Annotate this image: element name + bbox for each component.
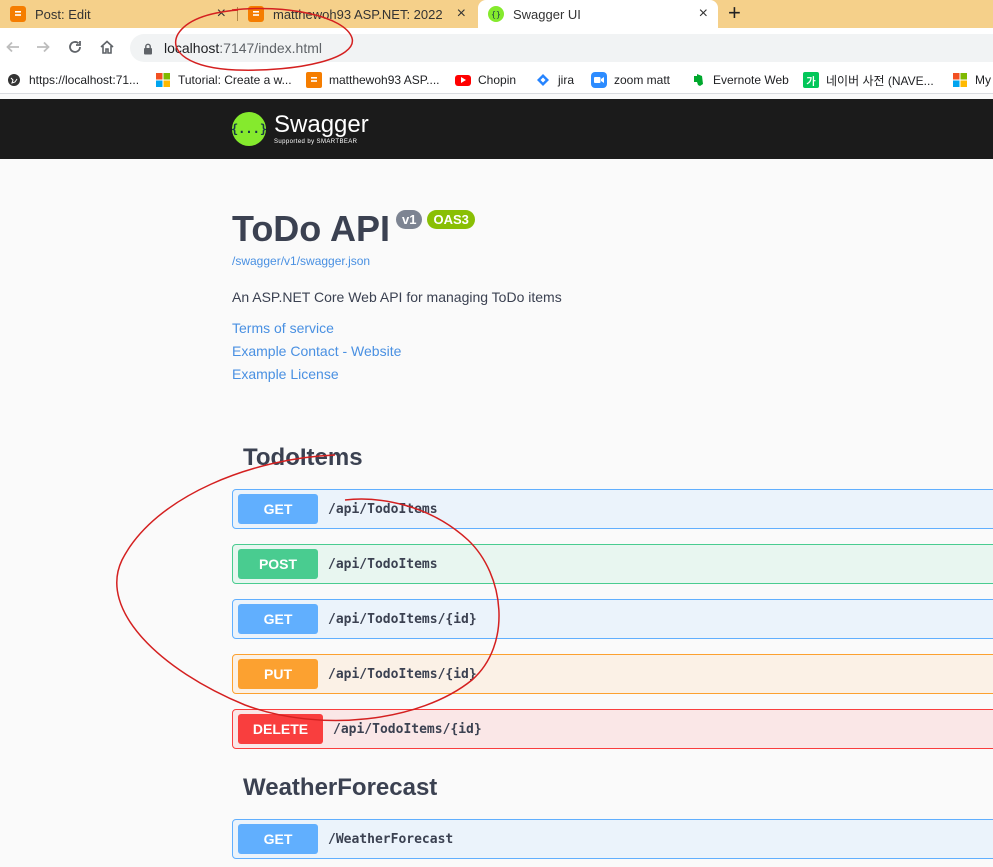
home-icon <box>100 40 114 54</box>
evernote-icon <box>690 72 706 88</box>
bookmark-chopin[interactable]: Chopin <box>455 72 516 88</box>
globe-icon <box>6 72 22 88</box>
microsoft-icon <box>952 72 968 88</box>
tab-swagger-ui[interactable]: {} Swagger UI × <box>478 0 718 28</box>
bookmark-tutorial[interactable]: Tutorial: Create a w... <box>155 72 292 88</box>
operation-path: /api/TodoItems <box>328 501 438 517</box>
operation-get-todoitems[interactable]: GET /api/TodoItems <box>232 489 993 529</box>
bookmark-evernote[interactable]: Evernote Web <box>690 72 789 88</box>
method-badge: POST <box>238 549 318 579</box>
method-badge: GET <box>238 604 318 634</box>
bookmark-label: zoom matt <box>614 73 671 87</box>
microsoft-icon <box>155 72 171 88</box>
operation-post-todoitems[interactable]: POST /api/TodoItems <box>232 544 993 584</box>
home-button[interactable] <box>96 36 118 58</box>
operation-get-weatherforecast[interactable]: GET /WeatherForecast <box>232 819 993 859</box>
address-bar[interactable]: localhost:7147/index.html <box>130 34 993 62</box>
close-icon[interactable]: × <box>457 5 466 23</box>
url-host: localhost <box>164 40 220 56</box>
bookmark-naver[interactable]: 가 네이버 사전 (NAVE... <box>803 72 934 88</box>
terms-of-service-link[interactable]: Terms of service <box>232 320 334 336</box>
swagger-logo-sub: Supported by SMARTBEAR <box>274 139 358 145</box>
bookmark-localhost[interactable]: https://localhost:71... <box>6 72 139 88</box>
bookmark-label: Tutorial: Create a w... <box>178 73 292 87</box>
reload-icon <box>69 41 81 53</box>
api-title-row: ToDo API v1 OAS3 <box>232 208 475 250</box>
blogger-icon <box>248 6 264 22</box>
tab-post-edit[interactable]: Post: Edit × <box>0 0 236 28</box>
tab-matthewoh93[interactable]: matthewoh93 ASP.NET: 2022 × <box>238 0 476 28</box>
forward-button[interactable] <box>32 36 54 58</box>
license-link[interactable]: Example License <box>232 366 339 382</box>
bookmark-label: jira <box>558 73 575 87</box>
version-badge: v1 <box>395 210 423 229</box>
url-text[interactable]: localhost:7147/index.html <box>164 40 322 56</box>
bookmark-label: My <box>975 73 991 87</box>
blogger-icon <box>306 72 322 88</box>
arrow-right-icon <box>37 41 50 53</box>
method-badge: DELETE <box>238 714 323 744</box>
method-badge: GET <box>238 824 318 854</box>
bookmark-label: https://localhost:71... <box>29 73 140 87</box>
tab-title: Post: Edit <box>35 6 91 22</box>
spec-json-link[interactable]: /swagger/v1/swagger.json <box>232 254 370 268</box>
swagger-topbar: {...} Swagger Supported by SMARTBEAR <box>0 99 993 159</box>
api-description: An ASP.NET Core Web API for managing ToD… <box>232 289 562 305</box>
bookmark-matthewoh93[interactable]: matthewoh93 ASP.... <box>306 72 440 88</box>
operation-path: /api/TodoItems <box>328 556 438 572</box>
operation-put-todoitem[interactable]: PUT /api/TodoItems/{id} <box>232 654 993 694</box>
zoom-icon <box>591 72 607 88</box>
bookmark-label: Evernote Web <box>713 73 789 87</box>
api-title: ToDo API <box>232 208 390 249</box>
section-title-todoitems[interactable]: TodoItems <box>243 444 363 472</box>
arrow-left-icon <box>6 41 19 53</box>
method-badge: GET <box>238 494 318 524</box>
bookmark-label: matthewoh93 ASP.... <box>329 73 440 87</box>
method-badge: PUT <box>238 659 318 689</box>
lock-icon[interactable] <box>143 42 153 55</box>
bookmark-zoom[interactable]: zoom matt <box>591 72 670 88</box>
youtube-icon <box>455 74 471 86</box>
tab-strip: Post: Edit × matthewoh93 ASP.NET: 2022 ×… <box>0 0 993 28</box>
bookmark-my[interactable]: My <box>952 72 991 88</box>
section-title-weatherforecast[interactable]: WeatherForecast <box>243 774 437 802</box>
blogger-icon <box>10 6 26 22</box>
url-path: :7147/index.html <box>219 40 322 56</box>
operation-path: /api/TodoItems/{id} <box>328 666 477 682</box>
operation-path: /WeatherForecast <box>328 831 454 847</box>
svg-text:{}: {} <box>491 10 501 19</box>
tab-title: matthewoh93 ASP.NET: 2022 <box>273 6 443 22</box>
bookmarks-bar: https://localhost:71... Tutorial: Create… <box>0 66 993 94</box>
jira-icon <box>535 72 551 88</box>
swagger-logo-icon: {...} <box>231 112 267 146</box>
swagger-icon: {} <box>488 6 504 22</box>
bookmark-label: Chopin <box>478 73 517 87</box>
bookmark-label: 네이버 사전 (NAVE... <box>826 73 934 88</box>
operation-delete-todoitem[interactable]: DELETE /api/TodoItems/{id} <box>232 709 993 749</box>
operation-path: /api/TodoItems/{id} <box>333 721 482 737</box>
naver-icon: 가 <box>803 72 819 88</box>
close-icon[interactable]: × <box>699 5 708 23</box>
close-icon[interactable]: × <box>217 5 226 23</box>
new-tab-button[interactable]: + <box>728 2 741 24</box>
operation-get-todoitem-by-id[interactable]: GET /api/TodoItems/{id} <box>232 599 993 639</box>
swagger-logo[interactable]: {...} Swagger Supported by SMARTBEAR <box>231 109 369 149</box>
swagger-logo-name: Swagger <box>274 111 369 138</box>
reload-button[interactable] <box>64 36 86 58</box>
back-button[interactable] <box>2 36 24 58</box>
operation-path: /api/TodoItems/{id} <box>328 611 477 627</box>
oas-badge: OAS3 <box>427 210 475 229</box>
contact-link[interactable]: Example Contact - Website <box>232 343 401 359</box>
bookmark-jira[interactable]: jira <box>535 72 574 88</box>
tab-title: Swagger UI <box>513 6 581 22</box>
